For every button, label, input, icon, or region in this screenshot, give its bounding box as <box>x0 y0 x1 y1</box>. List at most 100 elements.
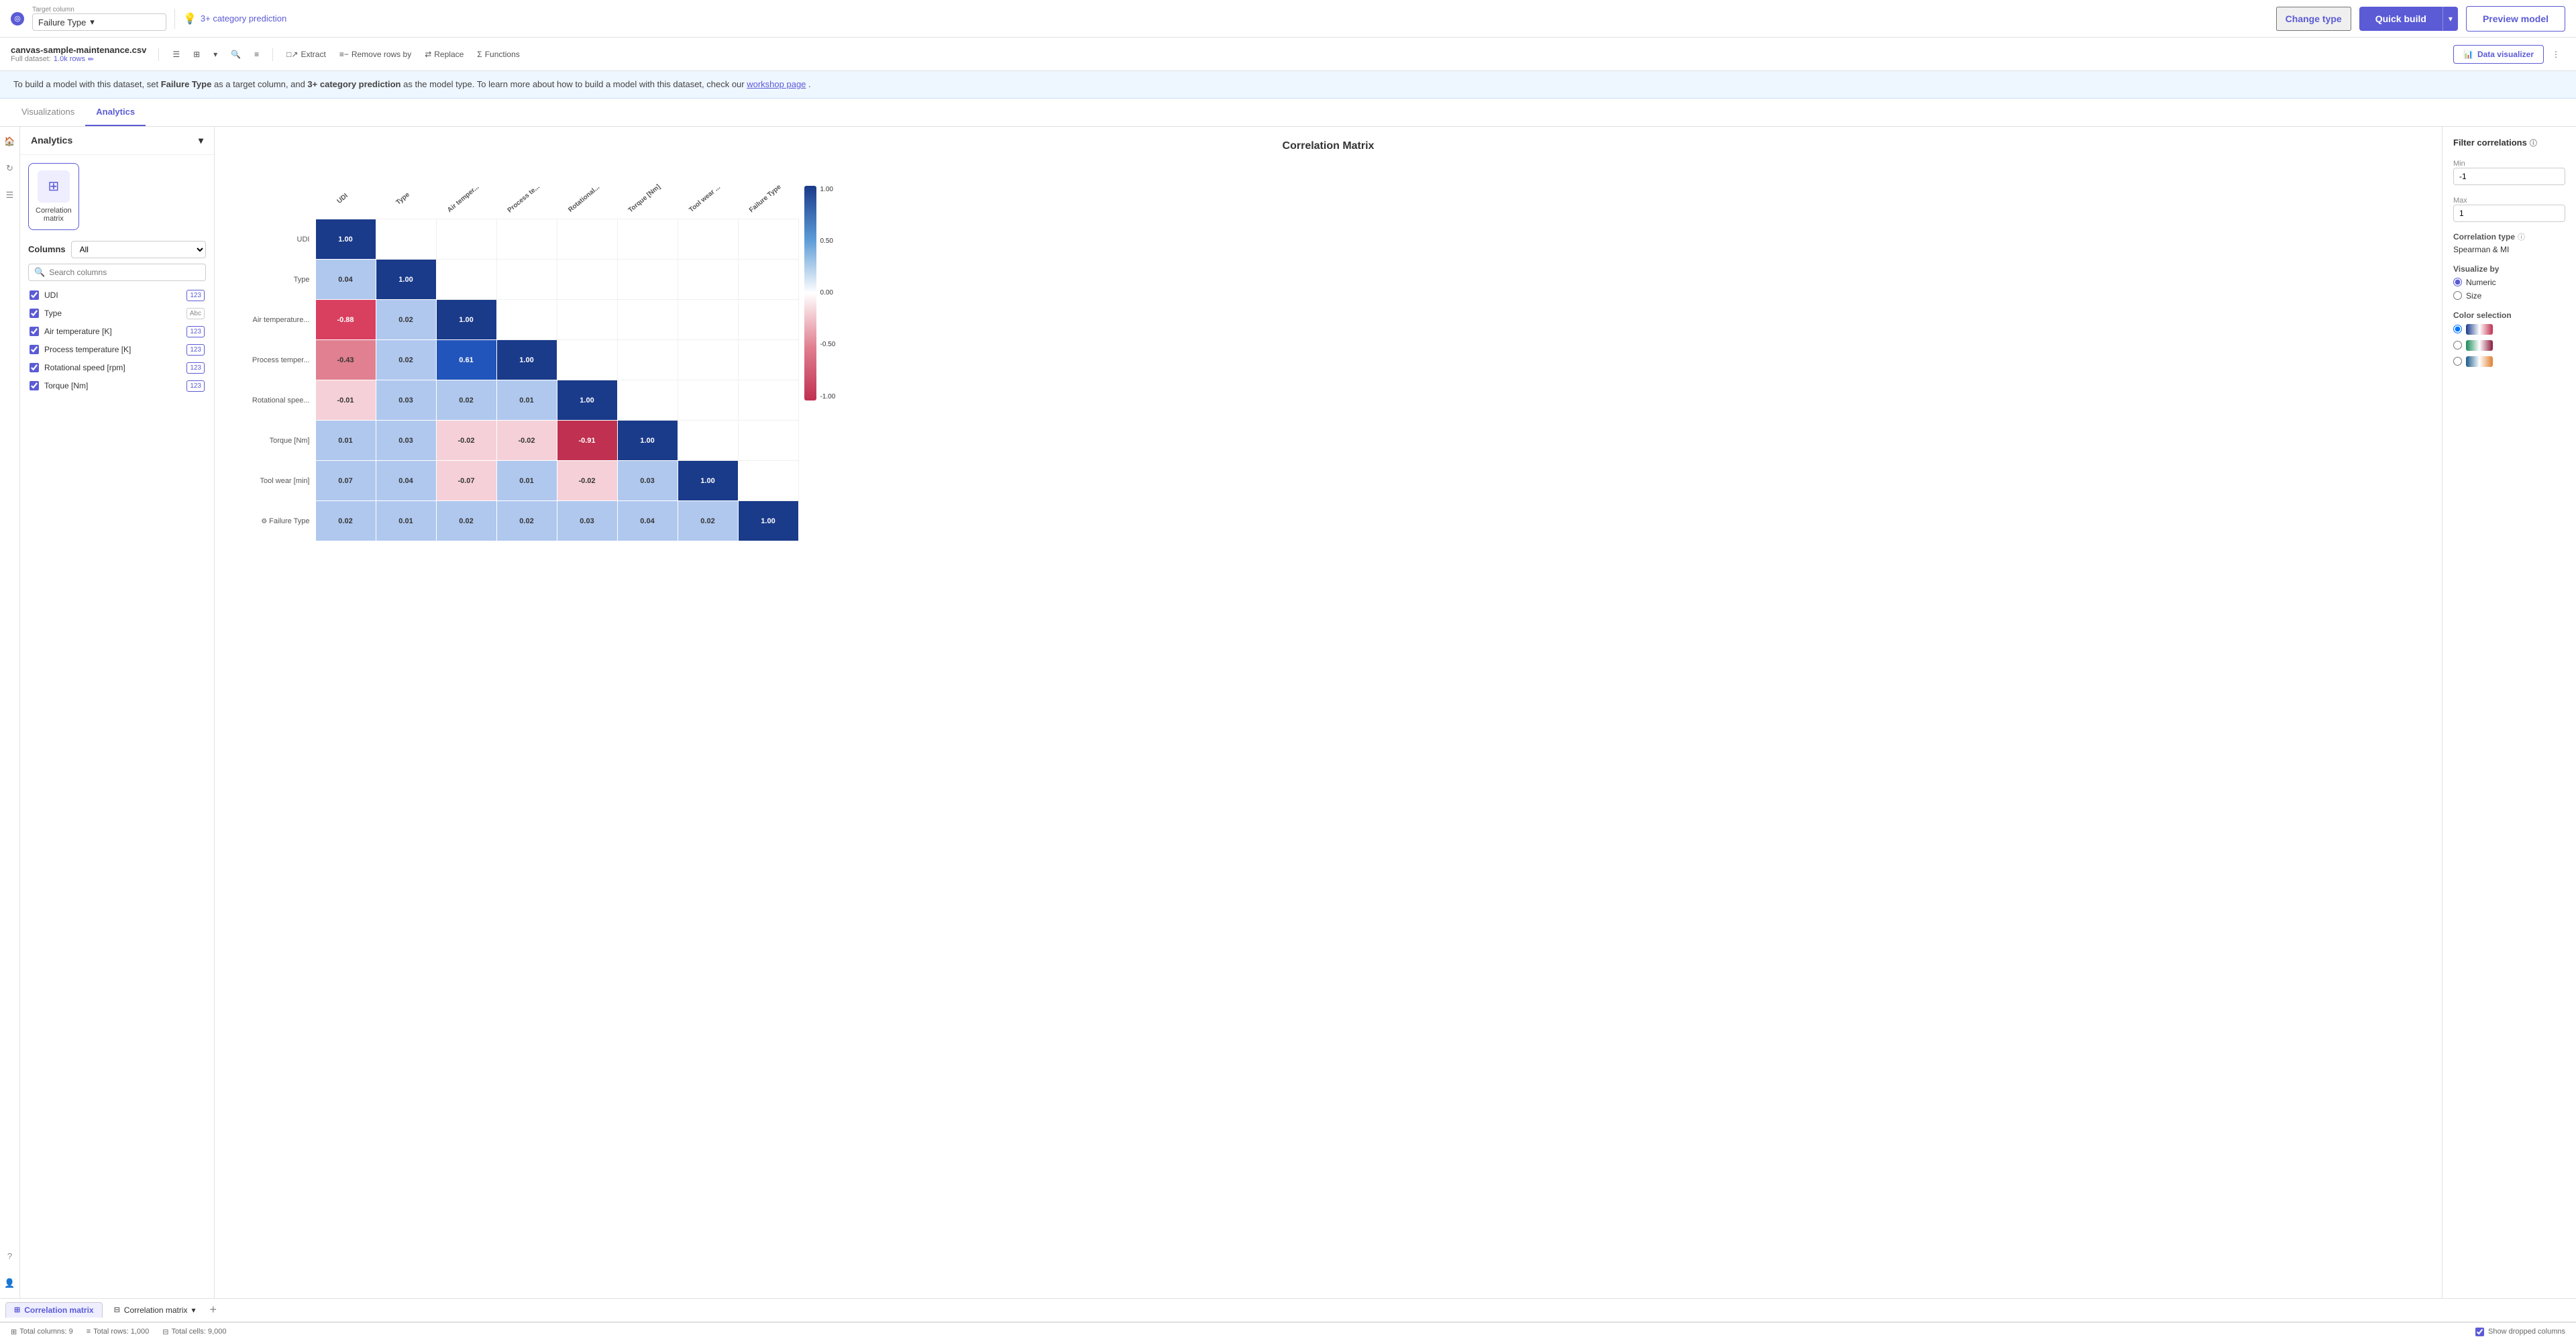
cell-2-1[interactable]: 0.02 <box>376 300 436 340</box>
cell-2-3[interactable] <box>496 300 557 340</box>
quick-build-dropdown-button[interactable]: ▾ <box>2443 7 2458 31</box>
cell-4-7[interactable] <box>738 380 798 421</box>
air-temp-checkbox[interactable] <box>30 327 39 336</box>
cell-6-6[interactable]: 1.00 <box>678 461 738 501</box>
cell-3-1[interactable]: 0.02 <box>376 340 436 380</box>
list-view-button[interactable]: ☰ <box>167 47 185 62</box>
extract-button[interactable]: □↗ Extract <box>281 47 331 62</box>
cell-1-6[interactable] <box>678 260 738 300</box>
cell-1-2[interactable] <box>436 260 496 300</box>
cell-7-4[interactable]: 0.03 <box>557 501 617 541</box>
cell-0-4[interactable] <box>557 219 617 260</box>
cell-5-7[interactable] <box>738 421 798 461</box>
cell-1-1[interactable]: 1.00 <box>376 260 436 300</box>
cell-0-0[interactable]: 1.00 <box>315 219 376 260</box>
cell-5-5[interactable]: 1.00 <box>617 421 678 461</box>
cell-5-0[interactable]: 0.01 <box>315 421 376 461</box>
color-radio-3[interactable] <box>2453 357 2462 366</box>
proc-temp-checkbox[interactable] <box>30 345 39 354</box>
workshop-link[interactable]: workshop page <box>747 79 806 89</box>
cell-6-0[interactable]: 0.07 <box>315 461 376 501</box>
torque-checkbox[interactable] <box>30 381 39 390</box>
cell-7-1[interactable]: 0.01 <box>376 501 436 541</box>
change-type-button[interactable]: Change type <box>2276 7 2351 31</box>
columns-select[interactable]: All <box>71 241 206 258</box>
cell-5-1[interactable]: 0.03 <box>376 421 436 461</box>
cell-3-4[interactable] <box>557 340 617 380</box>
cell-7-2[interactable]: 0.02 <box>436 501 496 541</box>
cell-6-7[interactable] <box>738 461 798 501</box>
correlation-matrix-card[interactable]: ⊞ Correlationmatrix <box>28 163 79 230</box>
replace-button[interactable]: ⇄ Replace <box>419 47 469 62</box>
cell-3-6[interactable] <box>678 340 738 380</box>
cell-6-1[interactable]: 0.04 <box>376 461 436 501</box>
cell-6-2[interactable]: -0.07 <box>436 461 496 501</box>
min-input[interactable] <box>2453 168 2565 185</box>
cell-2-7[interactable] <box>738 300 798 340</box>
cell-1-3[interactable] <box>496 260 557 300</box>
remove-rows-button[interactable]: ≡− Remove rows by <box>334 47 417 62</box>
edit-icon[interactable]: ✏ <box>88 55 94 64</box>
collapse-icon[interactable]: ▾ <box>199 135 203 146</box>
size-radio-input[interactable] <box>2453 291 2462 300</box>
cell-5-6[interactable] <box>678 421 738 461</box>
color-radio-1[interactable] <box>2453 325 2462 333</box>
functions-button[interactable]: Σ Functions <box>472 47 525 62</box>
cell-0-5[interactable] <box>617 219 678 260</box>
add-tab-button[interactable]: + <box>207 1303 220 1317</box>
cell-5-4[interactable]: -0.91 <box>557 421 617 461</box>
cell-5-3[interactable]: -0.02 <box>496 421 557 461</box>
numeric-radio[interactable]: Numeric <box>2453 278 2565 287</box>
cell-3-3[interactable]: 1.00 <box>496 340 557 380</box>
cell-6-3[interactable]: 0.01 <box>496 461 557 501</box>
bottom-tab-1[interactable]: ⊞ Correlation matrix <box>5 1302 103 1318</box>
search-input[interactable] <box>49 268 200 277</box>
cell-4-4[interactable]: 1.00 <box>557 380 617 421</box>
color-option-2[interactable] <box>2453 340 2565 351</box>
column-list-button[interactable]: ≡ <box>249 47 264 62</box>
type-checkbox[interactable] <box>30 309 39 318</box>
quick-build-button[interactable]: Quick build <box>2359 7 2443 31</box>
cell-1-4[interactable] <box>557 260 617 300</box>
numeric-radio-input[interactable] <box>2453 278 2462 286</box>
size-radio[interactable]: Size <box>2453 291 2565 301</box>
target-column-select[interactable]: Failure Type <box>32 13 166 31</box>
cell-3-5[interactable] <box>617 340 678 380</box>
tab-visualizations[interactable]: Visualizations <box>11 99 85 126</box>
nav-home-icon[interactable]: 🏠 <box>2 133 18 150</box>
max-input[interactable] <box>2453 205 2565 222</box>
data-visualizer-button[interactable]: 📊 Data visualizer <box>2453 45 2544 64</box>
cell-2-4[interactable] <box>557 300 617 340</box>
preview-model-button[interactable]: Preview model <box>2466 6 2565 32</box>
cell-5-2[interactable]: -0.02 <box>436 421 496 461</box>
filter-button[interactable]: ▾ <box>208 47 223 62</box>
more-options-button[interactable]: ⋮ <box>2546 47 2565 62</box>
nav-help-icon[interactable]: ? <box>2 1248 18 1265</box>
cell-4-5[interactable] <box>617 380 678 421</box>
color-option-3[interactable] <box>2453 356 2565 367</box>
rows-link[interactable]: 1.0k rows <box>54 55 85 63</box>
show-dropped-checkbox[interactable] <box>2475 1328 2484 1336</box>
color-option-1[interactable] <box>2453 324 2565 335</box>
cell-3-7[interactable] <box>738 340 798 380</box>
cell-2-2[interactable]: 1.00 <box>436 300 496 340</box>
cell-3-0[interactable]: -0.43 <box>315 340 376 380</box>
cell-1-0[interactable]: 0.04 <box>315 260 376 300</box>
cell-0-2[interactable] <box>436 219 496 260</box>
cell-2-6[interactable] <box>678 300 738 340</box>
nav-menu-icon[interactable]: ☰ <box>2 187 18 203</box>
cell-3-2[interactable]: 0.61 <box>436 340 496 380</box>
cell-0-3[interactable] <box>496 219 557 260</box>
color-radio-2[interactable] <box>2453 341 2462 350</box>
cell-7-3[interactable]: 0.02 <box>496 501 557 541</box>
tab-analytics[interactable]: Analytics <box>85 99 146 126</box>
cell-4-0[interactable]: -0.01 <box>315 380 376 421</box>
cell-7-7[interactable]: 1.00 <box>738 501 798 541</box>
cell-2-5[interactable] <box>617 300 678 340</box>
nav-refresh-icon[interactable]: ↻ <box>2 160 18 176</box>
udi-checkbox[interactable] <box>30 290 39 300</box>
cell-0-1[interactable] <box>376 219 436 260</box>
cell-2-0[interactable]: -0.88 <box>315 300 376 340</box>
cell-4-1[interactable]: 0.03 <box>376 380 436 421</box>
bottom-tab-2[interactable]: ⊟ Correlation matrix ▾ <box>105 1302 205 1318</box>
